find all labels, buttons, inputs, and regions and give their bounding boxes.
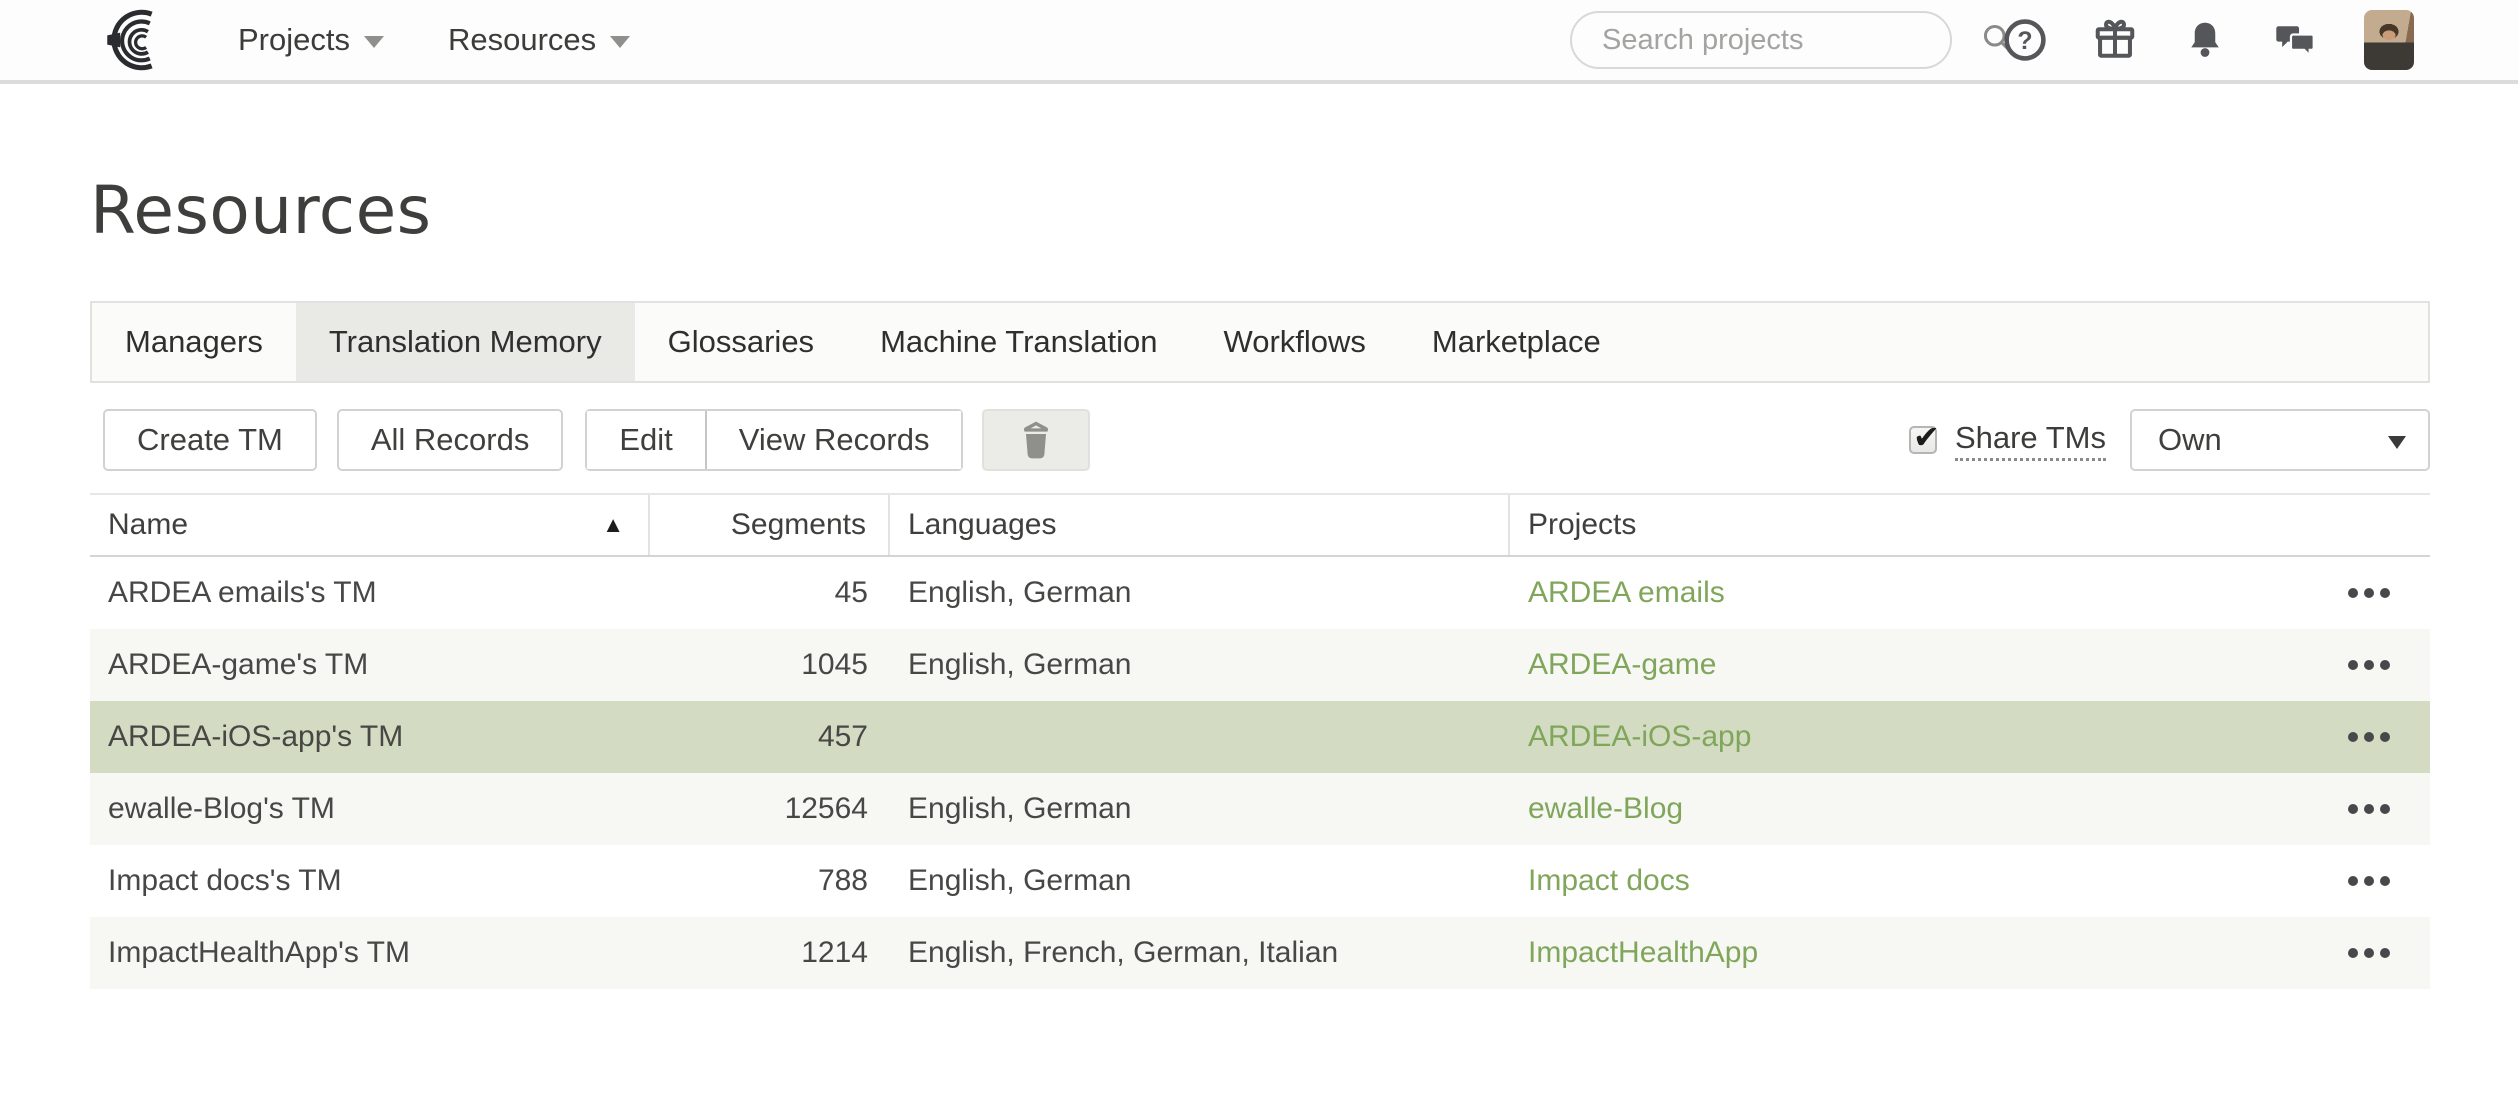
- view-records-button[interactable]: View Records: [705, 411, 962, 469]
- primary-nav: Projects Resources: [174, 22, 630, 58]
- tm-name: ARDEA emails's TM: [90, 557, 650, 629]
- row-menu-button[interactable]: [2344, 578, 2394, 608]
- gift-icon[interactable]: [2092, 17, 2138, 63]
- toolbar-right-group: Share TMs Own: [1909, 409, 2430, 471]
- page-title: Resources: [90, 172, 2430, 249]
- tm-languages: [890, 701, 1510, 773]
- create-tm-button[interactable]: Create TM: [103, 409, 317, 471]
- column-header-languages[interactable]: Languages: [890, 495, 1510, 555]
- project-link[interactable]: ImpactHealthApp: [1528, 936, 1758, 970]
- table-row[interactable]: ewalle-Blog's TM 12564 English, German e…: [90, 773, 2430, 845]
- tab-managers[interactable]: Managers: [92, 303, 296, 381]
- row-menu-button[interactable]: [2344, 722, 2394, 752]
- project-search[interactable]: [1570, 11, 1952, 69]
- tm-languages: English, French, German, Italian: [890, 917, 1510, 989]
- column-header-projects[interactable]: Projects: [1510, 495, 2430, 555]
- nav-projects[interactable]: Projects: [238, 22, 384, 58]
- tm-segments: 45: [650, 557, 890, 629]
- tm-toolbar: Create TM All Records Edit View Records …: [90, 409, 2430, 471]
- help-icon[interactable]: ?: [2002, 17, 2048, 63]
- tab-translation-memory[interactable]: Translation Memory: [296, 303, 635, 381]
- nav-resources[interactable]: Resources: [448, 22, 630, 58]
- row-menu-button[interactable]: [2344, 866, 2394, 896]
- project-link[interactable]: ARDEA-iOS-app: [1528, 720, 1751, 754]
- search-input[interactable]: [1602, 24, 1979, 57]
- tm-name: Impact docs's TM: [90, 845, 650, 917]
- topbar-icon-group: ?: [2002, 17, 2318, 63]
- main-content: Resources Managers Translation Memory Gl…: [0, 172, 2518, 989]
- tab-workflows[interactable]: Workflows: [1191, 303, 1399, 381]
- svg-text:?: ?: [2017, 27, 2032, 55]
- tm-name: ARDEA-game's TM: [90, 629, 650, 701]
- tab-glossaries[interactable]: Glossaries: [635, 303, 847, 381]
- tm-name: ARDEA-iOS-app's TM: [90, 701, 650, 773]
- tm-segments: 1214: [650, 917, 890, 989]
- tm-languages: English, German: [890, 845, 1510, 917]
- caret-down-icon: [610, 36, 630, 48]
- table-row[interactable]: Impact docs's TM 788 English, German Imp…: [90, 845, 2430, 917]
- crowdin-bird-logo[interactable]: [96, 5, 174, 75]
- tm-segments: 457: [650, 701, 890, 773]
- tm-segments: 1045: [650, 629, 890, 701]
- project-link[interactable]: ARDEA-game: [1528, 648, 1716, 682]
- tab-marketplace[interactable]: Marketplace: [1399, 303, 1634, 381]
- column-header-name[interactable]: Name ▲: [90, 495, 650, 555]
- tm-name: ewalle-Blog's TM: [90, 773, 650, 845]
- nav-projects-label: Projects: [238, 22, 350, 58]
- table-row-selected[interactable]: ARDEA-iOS-app's TM 457 ARDEA-iOS-app: [90, 701, 2430, 773]
- tm-scope-select[interactable]: Own: [2130, 409, 2430, 471]
- caret-down-icon: [2388, 436, 2406, 449]
- share-tms-label[interactable]: Share TMs: [1955, 420, 2106, 461]
- project-link[interactable]: Impact docs: [1528, 864, 1690, 898]
- row-menu-button[interactable]: [2344, 794, 2394, 824]
- user-avatar[interactable]: [2364, 10, 2414, 70]
- row-menu-button[interactable]: [2344, 938, 2394, 968]
- trash-icon: [1016, 417, 1056, 464]
- nav-resources-label: Resources: [448, 22, 596, 58]
- tm-scope-selected-value: Own: [2158, 422, 2222, 458]
- tm-languages: English, German: [890, 773, 1510, 845]
- project-link[interactable]: ARDEA emails: [1528, 576, 1725, 610]
- topbar: Projects Resources ?: [0, 0, 2518, 84]
- caret-down-icon: [364, 36, 384, 48]
- all-records-button[interactable]: All Records: [337, 409, 564, 471]
- resources-tabs: Managers Translation Memory Glossaries M…: [90, 301, 2430, 383]
- chat-icon[interactable]: [2272, 17, 2318, 63]
- table-row[interactable]: ImpactHealthApp's TM 1214 English, Frenc…: [90, 917, 2430, 989]
- delete-tm-button[interactable]: [982, 409, 1090, 471]
- tm-languages: English, German: [890, 557, 1510, 629]
- share-tms-checkbox[interactable]: [1909, 426, 1937, 454]
- column-header-segments[interactable]: Segments: [650, 495, 890, 555]
- tm-table: Name ▲ Segments Languages Projects ARDEA…: [90, 493, 2430, 989]
- tm-name: ImpactHealthApp's TM: [90, 917, 650, 989]
- project-link[interactable]: ewalle-Blog: [1528, 792, 1683, 826]
- table-row[interactable]: ARDEA emails's TM 45 English, German ARD…: [90, 557, 2430, 629]
- bell-icon[interactable]: [2182, 17, 2228, 63]
- tm-languages: English, German: [890, 629, 1510, 701]
- edit-view-button-group: Edit View Records: [585, 409, 963, 471]
- tm-table-header: Name ▲ Segments Languages Projects: [90, 493, 2430, 557]
- tab-machine-translation[interactable]: Machine Translation: [847, 303, 1190, 381]
- tm-segments: 12564: [650, 773, 890, 845]
- table-row[interactable]: ARDEA-game's TM 1045 English, German ARD…: [90, 629, 2430, 701]
- sort-asc-icon: ▲: [602, 512, 624, 538]
- tm-segments: 788: [650, 845, 890, 917]
- edit-button[interactable]: Edit: [587, 411, 704, 469]
- row-menu-button[interactable]: [2344, 650, 2394, 680]
